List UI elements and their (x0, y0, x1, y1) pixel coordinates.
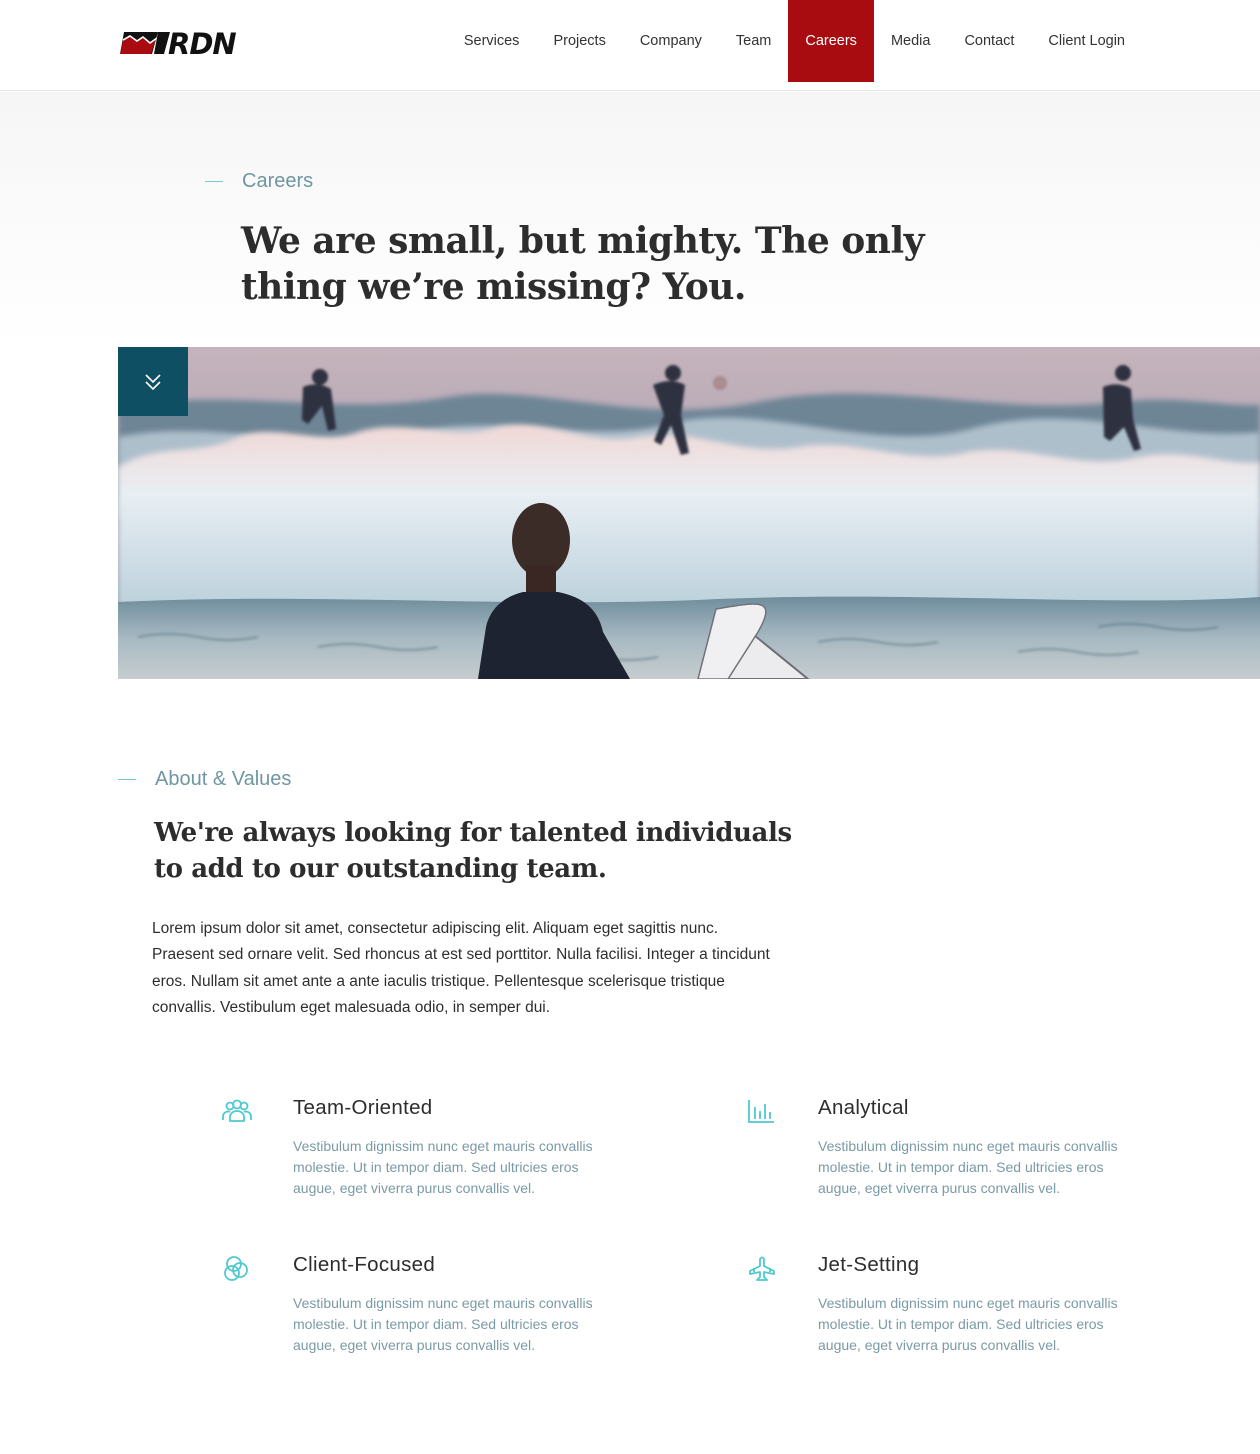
main-nav: Services Projects Company Team Careers M… (447, 0, 1142, 82)
value-title: Jet-Setting (818, 1253, 920, 1276)
value-title: Client-Focused (293, 1253, 436, 1276)
jet-icon (749, 1256, 775, 1281)
nav-item-media[interactable]: Media (874, 0, 948, 82)
nav-item-services[interactable]: Services (447, 0, 537, 82)
scroll-down-button[interactable] (118, 347, 188, 416)
about-body: Lorem ipsum dolor sit amet, consectetur … (152, 920, 770, 1016)
value-description: Vestibulum dignissim nunc eget mauris co… (818, 1138, 1118, 1196)
rdn-logo-icon: RDN (120, 27, 237, 61)
value-description: Vestibulum dignissim nunc eget mauris co… (293, 1295, 593, 1353)
hero-eyebrow-label: Careers (242, 170, 314, 192)
value-description: Vestibulum dignissim nunc eget mauris co… (293, 1138, 593, 1196)
hero-section: Careers We are small, but mighty. The on… (0, 92, 1260, 347)
nav-item-company[interactable]: Company (623, 0, 719, 82)
value-description: Vestibulum dignissim nunc eget mauris co… (818, 1295, 1118, 1353)
overlapping-circles-icon (224, 1256, 248, 1281)
site-header: RDN Services Projects Company Team Caree… (0, 0, 1260, 91)
surf-scene-illustration (118, 347, 1260, 679)
value-title: Team-Oriented (293, 1096, 433, 1119)
hero-eyebrow: Careers (205, 170, 313, 193)
double-chevron-down-icon (145, 373, 161, 390)
about-eyebrow-label: About & Values (155, 768, 292, 790)
hero-title: We are small, but mighty. The only thing… (241, 220, 925, 308)
nav-item-contact[interactable]: Contact (947, 0, 1031, 82)
nav-item-client-login[interactable]: Client Login (1031, 0, 1142, 82)
logo-link[interactable]: RDN (120, 27, 262, 61)
svg-text:RDN: RDN (168, 28, 236, 58)
bar-chart-icon (748, 1100, 774, 1123)
value-title: Analytical (818, 1096, 909, 1119)
nav-item-team[interactable]: Team (719, 0, 788, 82)
eyebrow-dash (205, 181, 223, 182)
eyebrow-dash (118, 779, 136, 780)
hero-photo (118, 347, 1260, 679)
about-eyebrow: About & Values (118, 768, 291, 791)
team-icon (222, 1099, 252, 1122)
about-title: We're always looking for talented indivi… (154, 818, 792, 884)
nav-item-careers[interactable]: Careers (788, 0, 874, 82)
nav-item-projects[interactable]: Projects (536, 0, 622, 82)
